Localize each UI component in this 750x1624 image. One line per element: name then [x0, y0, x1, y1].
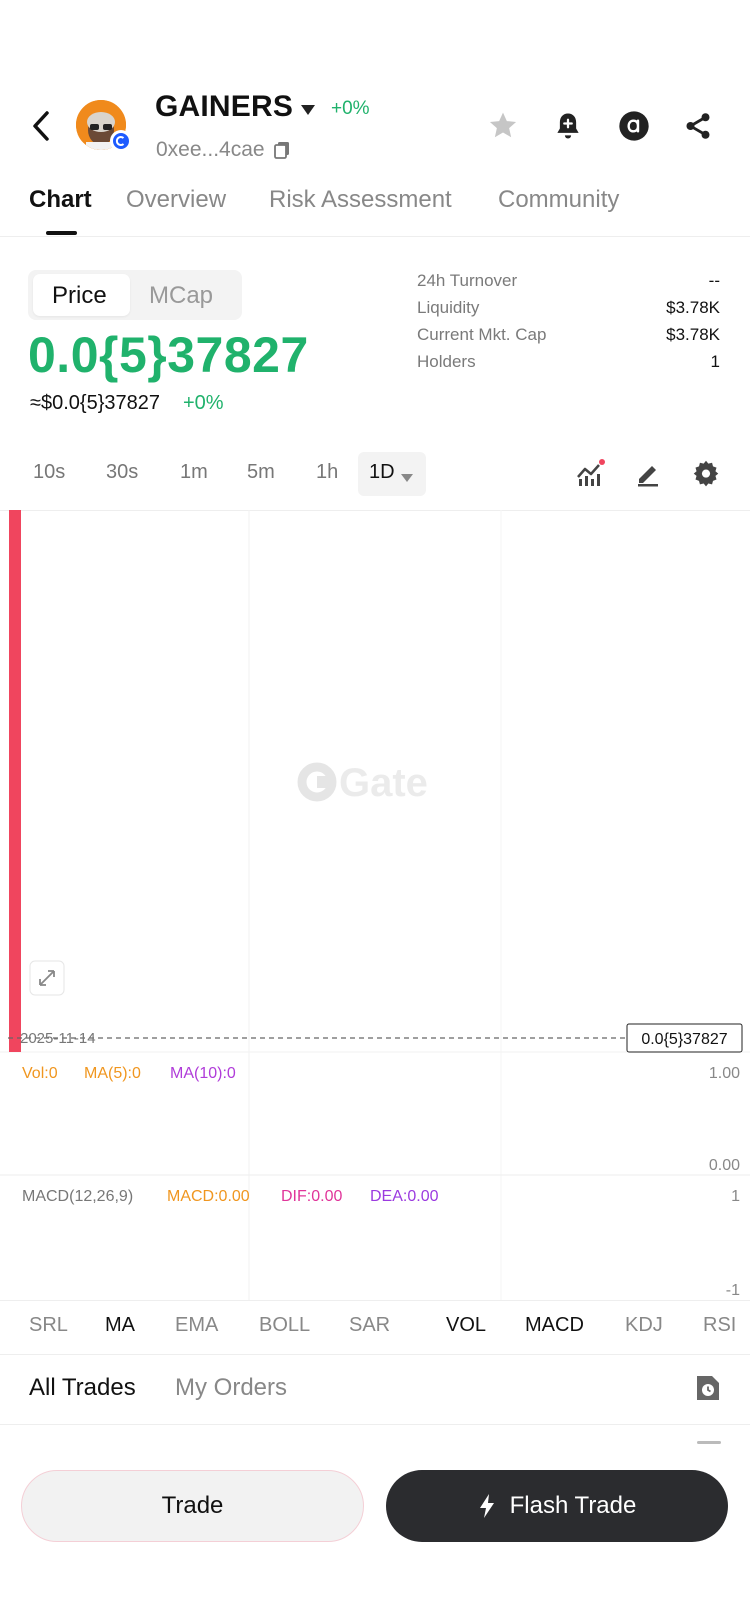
indicator-rsi[interactable]: RSI [703, 1314, 736, 1337]
indicator-boll[interactable]: BOLL [259, 1314, 310, 1337]
dea-value: DEA:0.00 [370, 1188, 439, 1205]
interval-10s[interactable]: 10s [33, 461, 65, 484]
last-price-text: 0.0{5}37827 [641, 1031, 727, 1048]
draw-pen-icon[interactable] [630, 455, 666, 491]
stat-label-turnover: 24h Turnover [417, 271, 518, 290]
stat-value-liquidity: $3.78K [666, 298, 720, 317]
stat-value-mktcap: $3.78K [666, 325, 720, 344]
stat-label-mktcap: Current Mkt. Cap [417, 325, 547, 344]
token-name[interactable]: GAINERS [155, 90, 293, 124]
chart-bottom-divider [0, 1300, 750, 1301]
lightning-icon [479, 1494, 494, 1518]
current-price: 0.0{5}37827 [28, 327, 309, 383]
indicator-ma[interactable]: MA [105, 1314, 135, 1337]
stat-value-holders: 1 [710, 352, 720, 371]
tabs-divider [0, 236, 750, 237]
ma5-legend: MA(5):0 [84, 1065, 141, 1082]
tab-risk-assessment[interactable]: Risk Assessment [269, 186, 452, 214]
indicator-macd[interactable]: MACD [525, 1314, 584, 1337]
usd-price: ≈$0.0{5}37827 [30, 392, 160, 414]
gate-watermark-logo [297, 762, 337, 802]
indicator-srl[interactable]: SRL [29, 1314, 68, 1337]
toggle-mcap[interactable]: MCap [149, 282, 213, 310]
macd-axis-top: 1 [731, 1188, 740, 1205]
macd-axis-bottom: -1 [726, 1282, 740, 1299]
chevron-left-icon [33, 111, 49, 141]
stat-label-liquidity: Liquidity [417, 298, 480, 317]
tab-overview[interactable]: Overview [126, 186, 226, 214]
indicator-vol[interactable]: VOL [446, 1314, 486, 1337]
price-alert-bell-icon[interactable] [548, 106, 588, 146]
indicator-icon[interactable] [572, 455, 608, 491]
interval-caret-icon[interactable] [401, 469, 413, 487]
price-candle [9, 510, 21, 1052]
indicator-kdj[interactable]: KDJ [625, 1314, 663, 1337]
interval-1h[interactable]: 1h [316, 461, 338, 484]
interval-30s[interactable]: 30s [106, 461, 138, 484]
order-history-icon[interactable] [694, 1373, 722, 1401]
flash-trade-label: Flash Trade [509, 1492, 637, 1519]
scroll-handle [697, 1441, 721, 1444]
trade-button-label: Trade [161, 1492, 224, 1519]
trade-button[interactable]: Trade [21, 1470, 364, 1542]
dif-value: DIF:0.00 [281, 1188, 342, 1205]
ma10-legend: MA(10):0 [170, 1065, 236, 1082]
date-label: 2025-11-14 [20, 1030, 96, 1047]
toggle-price[interactable]: Price [52, 282, 107, 310]
interval-1m[interactable]: 1m [180, 461, 208, 484]
vol-axis-bottom: 0.00 [709, 1157, 740, 1174]
favorite-star-icon[interactable] [483, 106, 523, 146]
price-chart[interactable]: Gate 2025-11-14 0.0{5}37827 Vol:0 MA(5):… [0, 510, 750, 1300]
copy-icon[interactable] [274, 141, 290, 164]
interval-1d[interactable]: 1D [369, 461, 395, 484]
stat-label-holders: Holders [417, 352, 476, 371]
watermark-text: Gate [339, 761, 428, 805]
tab-my-orders[interactable]: My Orders [175, 1374, 287, 1402]
tab-all-trades[interactable]: All Trades [29, 1374, 136, 1402]
vol-legend: Vol:0 [22, 1065, 58, 1082]
flash-trade-button[interactable]: Flash Trade [386, 1470, 728, 1542]
chart-settings-gear-icon[interactable] [688, 455, 724, 491]
stat-value-turnover: -- [708, 271, 720, 290]
token-address[interactable]: 0xee...4cae [156, 138, 265, 162]
vol-axis-top: 1.00 [709, 1065, 740, 1082]
token-change: +0% [331, 98, 370, 119]
macd-name: MACD(12,26,9) [22, 1188, 133, 1205]
price-change: +0% [183, 392, 224, 414]
ai-assistant-icon[interactable] [614, 106, 654, 146]
tab-chart[interactable]: Chart [29, 186, 92, 214]
share-icon[interactable] [678, 106, 718, 146]
tab-underline [46, 231, 77, 235]
chain-badge-icon [110, 130, 132, 152]
trades-divider [0, 1424, 750, 1425]
indicator-sar[interactable]: SAR [349, 1314, 390, 1337]
back-button[interactable] [24, 106, 58, 146]
tab-community[interactable]: Community [498, 186, 619, 214]
macd-value: MACD:0.00 [167, 1188, 250, 1205]
indicator-ema[interactable]: EMA [175, 1314, 218, 1337]
indicator-divider [0, 1354, 750, 1355]
interval-5m[interactable]: 5m [247, 461, 275, 484]
caret-down-icon[interactable] [300, 103, 316, 121]
